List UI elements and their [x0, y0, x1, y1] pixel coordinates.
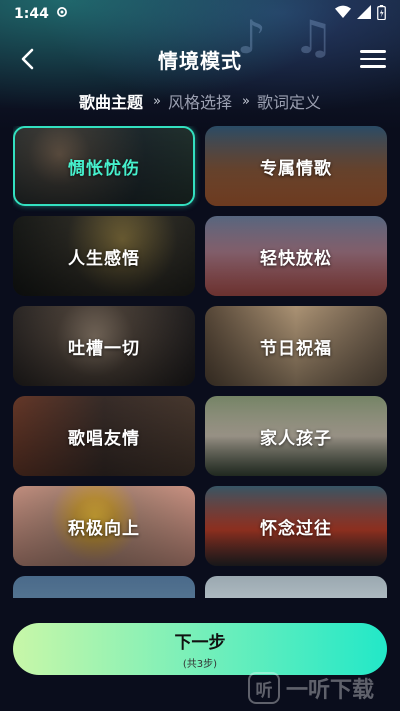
theme-card-relaxed[interactable]: 轻快放松	[205, 216, 387, 296]
signal-icon	[357, 5, 371, 23]
theme-card-label: 专属情歌	[260, 158, 332, 179]
theme-card-positive[interactable]: 积极向上	[13, 486, 195, 566]
step-count-label: (共3步)	[182, 659, 218, 670]
theme-card-family-kids[interactable]: 家人孩子	[205, 396, 387, 476]
watermark-text: 一听下载	[286, 678, 375, 703]
next-step-label: 下一步	[174, 633, 226, 653]
back-arrow-icon[interactable]	[14, 44, 40, 74]
theme-card-label: 怀念过往	[260, 518, 332, 539]
theme-card-label: 家人孩子	[260, 428, 332, 449]
step-lyrics-definition: 歌词定义	[256, 93, 321, 112]
wifi-icon	[335, 5, 351, 23]
theme-card-label: 节日祝福	[260, 338, 332, 359]
page-title: 情境模式	[158, 48, 242, 73]
theme-card-partial[interactable]	[205, 576, 387, 598]
battery-icon	[377, 4, 386, 24]
next-step-button[interactable]: 下一步 (共3步)	[13, 623, 387, 675]
theme-card-holiday-wishes[interactable]: 节日祝福	[205, 306, 387, 386]
theme-card-label: 惆怅忧伤	[68, 158, 140, 179]
theme-card-label: 轻快放松	[260, 248, 332, 269]
theme-card-rant[interactable]: 吐槽一切	[13, 306, 195, 386]
step-separator-icon: »	[153, 93, 161, 109]
status-bar: 1:44	[0, 0, 400, 28]
step-separator-icon: »	[242, 93, 250, 109]
theme-card-label: 人生感悟	[68, 248, 140, 269]
status-time: 1:44	[14, 6, 49, 22]
menu-icon[interactable]	[360, 46, 386, 72]
app-header: 情境模式	[0, 42, 400, 76]
step-song-theme: 歌曲主题	[79, 93, 144, 112]
theme-card-nostalgia[interactable]: 怀念过往	[205, 486, 387, 566]
theme-card-partial[interactable]	[13, 576, 195, 598]
step-breadcrumb: 歌曲主题 » 风格选择 » 歌词定义	[0, 89, 400, 113]
theme-card-friendship[interactable]: 歌唱友情	[13, 396, 195, 476]
theme-card-label: 积极向上	[68, 518, 140, 539]
theme-card-melancholy[interactable]: 惆怅忧伤	[13, 126, 195, 206]
theme-card-life-insight[interactable]: 人生感悟	[13, 216, 195, 296]
theme-card-grid: 惆怅忧伤 专属情歌 人生感悟 轻快放松 吐槽一切 节日祝福 歌唱友情 家人孩子 …	[13, 126, 387, 598]
theme-card-label: 歌唱友情	[68, 428, 140, 449]
step-style-selection: 风格选择	[167, 93, 232, 112]
watermark-logo-icon: 听	[248, 672, 280, 704]
theme-card-love-song[interactable]: 专属情歌	[205, 126, 387, 206]
settings-gear-icon	[55, 5, 69, 23]
watermark: 听 一听下载	[248, 672, 374, 704]
theme-card-label: 吐槽一切	[68, 338, 140, 359]
